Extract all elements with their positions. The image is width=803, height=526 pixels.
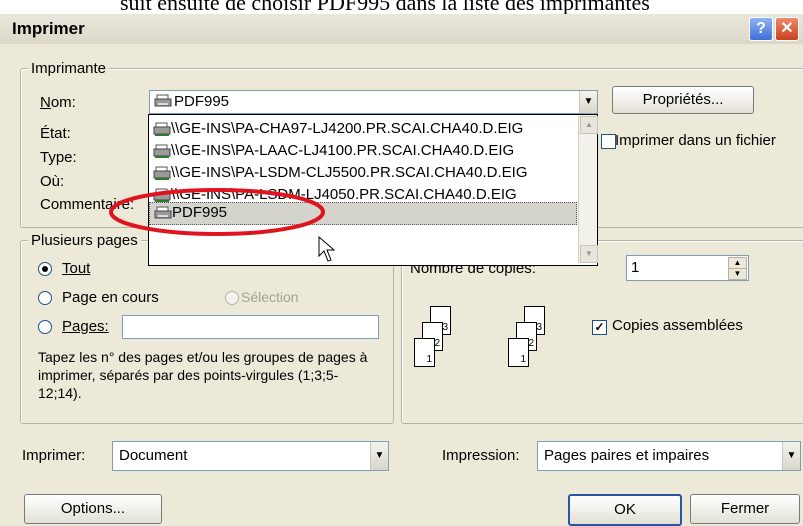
radio-selection [225,291,239,305]
selection-label: Sélection [241,289,299,305]
radio-all[interactable] [38,262,52,276]
close-window-button[interactable]: ✕ [775,17,799,41]
print-what-value: Document [119,447,188,464]
properties-button[interactable]: Propriétés... [612,86,754,114]
title-bar[interactable] [0,14,803,44]
dropdown-scrollbar[interactable]: ▲ ▼ [578,115,598,263]
pages-help-text: Tapez les n° des pages et/ou les groupes… [38,349,368,401]
current-page-label: Page en cours [62,289,159,306]
type-label: Type: [40,149,77,166]
print-range-value: Pages paires et impaires [544,447,710,464]
copies-value: 1 [631,259,640,276]
ok-button[interactable]: OK [568,494,682,526]
options-button[interactable]: Options... [24,494,162,524]
list-item[interactable]: \\GE-INS\PA-LSDM-CLJ5500.PR.SCAI.CHA40.D… [149,161,577,185]
print-to-file-label: Imprimer dans un fichier [615,132,776,149]
collate-label: Copies assemblées [612,317,743,334]
network-printer-icon [153,122,171,136]
sheet-icon: 1 [414,338,435,367]
print-range-select[interactable]: Pages paires et impaires ▼ [537,441,801,471]
chevron-down-icon[interactable]: ▼ [579,91,597,113]
pages-label: Pages: [62,318,109,335]
printer-icon [154,94,172,107]
state-label: État: [40,125,71,142]
highlight-ring [109,188,325,236]
print-what-select[interactable]: Document ▼ [112,441,389,471]
selected-printer-text: PDF995 [174,93,230,110]
printer-select[interactable]: PDF995 ▼ [149,90,598,114]
spin-down-icon[interactable]: ▼ [728,268,747,280]
mouse-cursor-icon [318,236,336,262]
name-label: Nom: [40,94,76,111]
radio-current-page[interactable] [38,291,52,305]
chevron-down-icon[interactable]: ▼ [782,442,800,470]
sheet-icon: 1 [508,338,529,367]
scroll-down-icon[interactable]: ▼ [580,245,598,263]
list-item[interactable]: \\GE-INS\PA-LAAC-LJ4100.PR.SCAI.CHA40.D.… [149,139,577,163]
all-label: Tout [62,260,91,277]
scroll-up-icon[interactable]: ▲ [580,116,598,134]
caption-text: suit ensuite de choisir PDF995 dans la l… [120,0,650,14]
window-title: Imprimer [12,19,85,38]
print-what-label: Imprimer: [22,447,86,464]
network-printer-icon [153,144,171,158]
print-to-file-checkbox[interactable] [601,134,616,149]
print-range-label: Impression: [442,447,520,464]
copies-spinner[interactable]: 1 ▲ ▼ [626,255,749,281]
printer-group-legend: Imprimante [28,60,110,77]
network-printer-icon [153,166,171,180]
radio-pages[interactable] [38,320,52,334]
cancel-button[interactable]: Fermer [690,494,800,524]
where-label: Où: [40,173,65,190]
collate-checkbox[interactable]: ✓ [592,320,607,335]
name-label-rest: om: [50,94,76,111]
list-item[interactable]: \\GE-INS\PA-CHA97-LJ4200.PR.SCAI.CHA40.D… [149,117,577,141]
pages-input[interactable] [122,315,379,339]
caption-strip: suit ensuite de choisir PDF995 dans la l… [0,0,803,14]
chevron-down-icon[interactable]: ▼ [370,442,388,470]
help-button[interactable]: ? [749,17,773,41]
